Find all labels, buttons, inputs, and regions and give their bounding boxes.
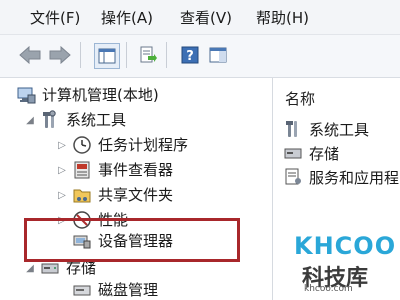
tree-label-task-scheduler: 任务计划程序 — [98, 136, 189, 154]
event-viewer-icon — [72, 160, 92, 180]
services-icon — [283, 167, 303, 187]
storage-icon — [283, 143, 303, 163]
tree-label-shared-folders: 共享文件夹 — [98, 186, 174, 204]
collapsed-arrow-icon[interactable]: ▷ — [56, 165, 68, 176]
clock-icon — [72, 135, 92, 155]
collapsed-arrow-icon[interactable]: ▷ — [56, 190, 68, 201]
tree-item-disk-management[interactable]: 磁盘管理 — [56, 278, 158, 300]
disk-management-icon — [72, 280, 92, 300]
back-icon[interactable] — [18, 43, 42, 67]
list-item-system-tools[interactable]: 系统工具 — [283, 118, 369, 140]
svg-text:?: ? — [186, 49, 194, 64]
expanded-arrow-icon[interactable]: ◢ — [24, 115, 36, 126]
list-label-services-apps: 服务和应用程 — [309, 168, 400, 187]
tree-item-system-tools[interactable]: ◢ 系统工具 — [24, 108, 126, 132]
list-item-services-apps[interactable]: 服务和应用程 — [283, 166, 399, 188]
show-hide-tree-icon[interactable] — [94, 43, 120, 69]
list-item-storage[interactable]: 存储 — [283, 142, 339, 164]
tree-label-system-tools: 系统工具 — [66, 111, 127, 129]
menu-view[interactable]: 查看(V) — [180, 9, 232, 27]
menu-bar: 文件(F) 操作(A) 查看(V) 帮助(H) — [0, 0, 400, 35]
list-label-storage: 存储 — [309, 144, 340, 163]
menu-action[interactable]: 操作(A) — [101, 9, 153, 27]
tools-icon — [283, 119, 303, 139]
watermark-url: khcoo.com — [304, 284, 353, 294]
expanded-arrow-icon[interactable]: ◢ — [24, 263, 36, 274]
tree-label-disk-management: 磁盘管理 — [98, 281, 159, 299]
watermark-brand: KHCOO — [294, 232, 397, 260]
watermark-logo: KHCOO 科技库 khcoo.com — [276, 232, 397, 296]
properties-pane-icon[interactable] — [206, 43, 230, 67]
menu-help[interactable]: 帮助(H) — [256, 9, 309, 27]
help-icon[interactable]: ? — [178, 43, 202, 67]
tree-item-shared-folders[interactable]: ▷ 共享文件夹 — [56, 183, 173, 207]
tools-icon — [40, 110, 60, 130]
tree-item-computer-management[interactable]: 计算机管理(本地) — [16, 83, 159, 107]
tree-pane: 计算机管理(本地) ◢ 系统工具 ▷ 任务计划程序 ▷ 事件查看器 ▷ 共享文件… — [0, 78, 273, 300]
forward-icon[interactable] — [48, 43, 72, 67]
collapsed-arrow-icon[interactable]: ▷ — [56, 140, 68, 151]
menu-file[interactable]: 文件(F) — [30, 9, 80, 27]
column-header-name[interactable]: 名称 — [285, 88, 315, 109]
export-list-icon[interactable] — [136, 43, 160, 67]
list-label-system-tools: 系统工具 — [309, 120, 370, 139]
toolbar: ? — [0, 35, 400, 78]
highlight-box — [24, 218, 240, 262]
shared-folder-icon — [72, 185, 92, 205]
tree-label-root: 计算机管理(本地) — [42, 86, 159, 104]
tree-label-event-viewer: 事件查看器 — [98, 161, 174, 179]
tree-item-event-viewer[interactable]: ▷ 事件查看器 — [56, 158, 173, 182]
computer-management-icon — [16, 85, 36, 105]
tree-item-task-scheduler[interactable]: ▷ 任务计划程序 — [56, 133, 188, 157]
